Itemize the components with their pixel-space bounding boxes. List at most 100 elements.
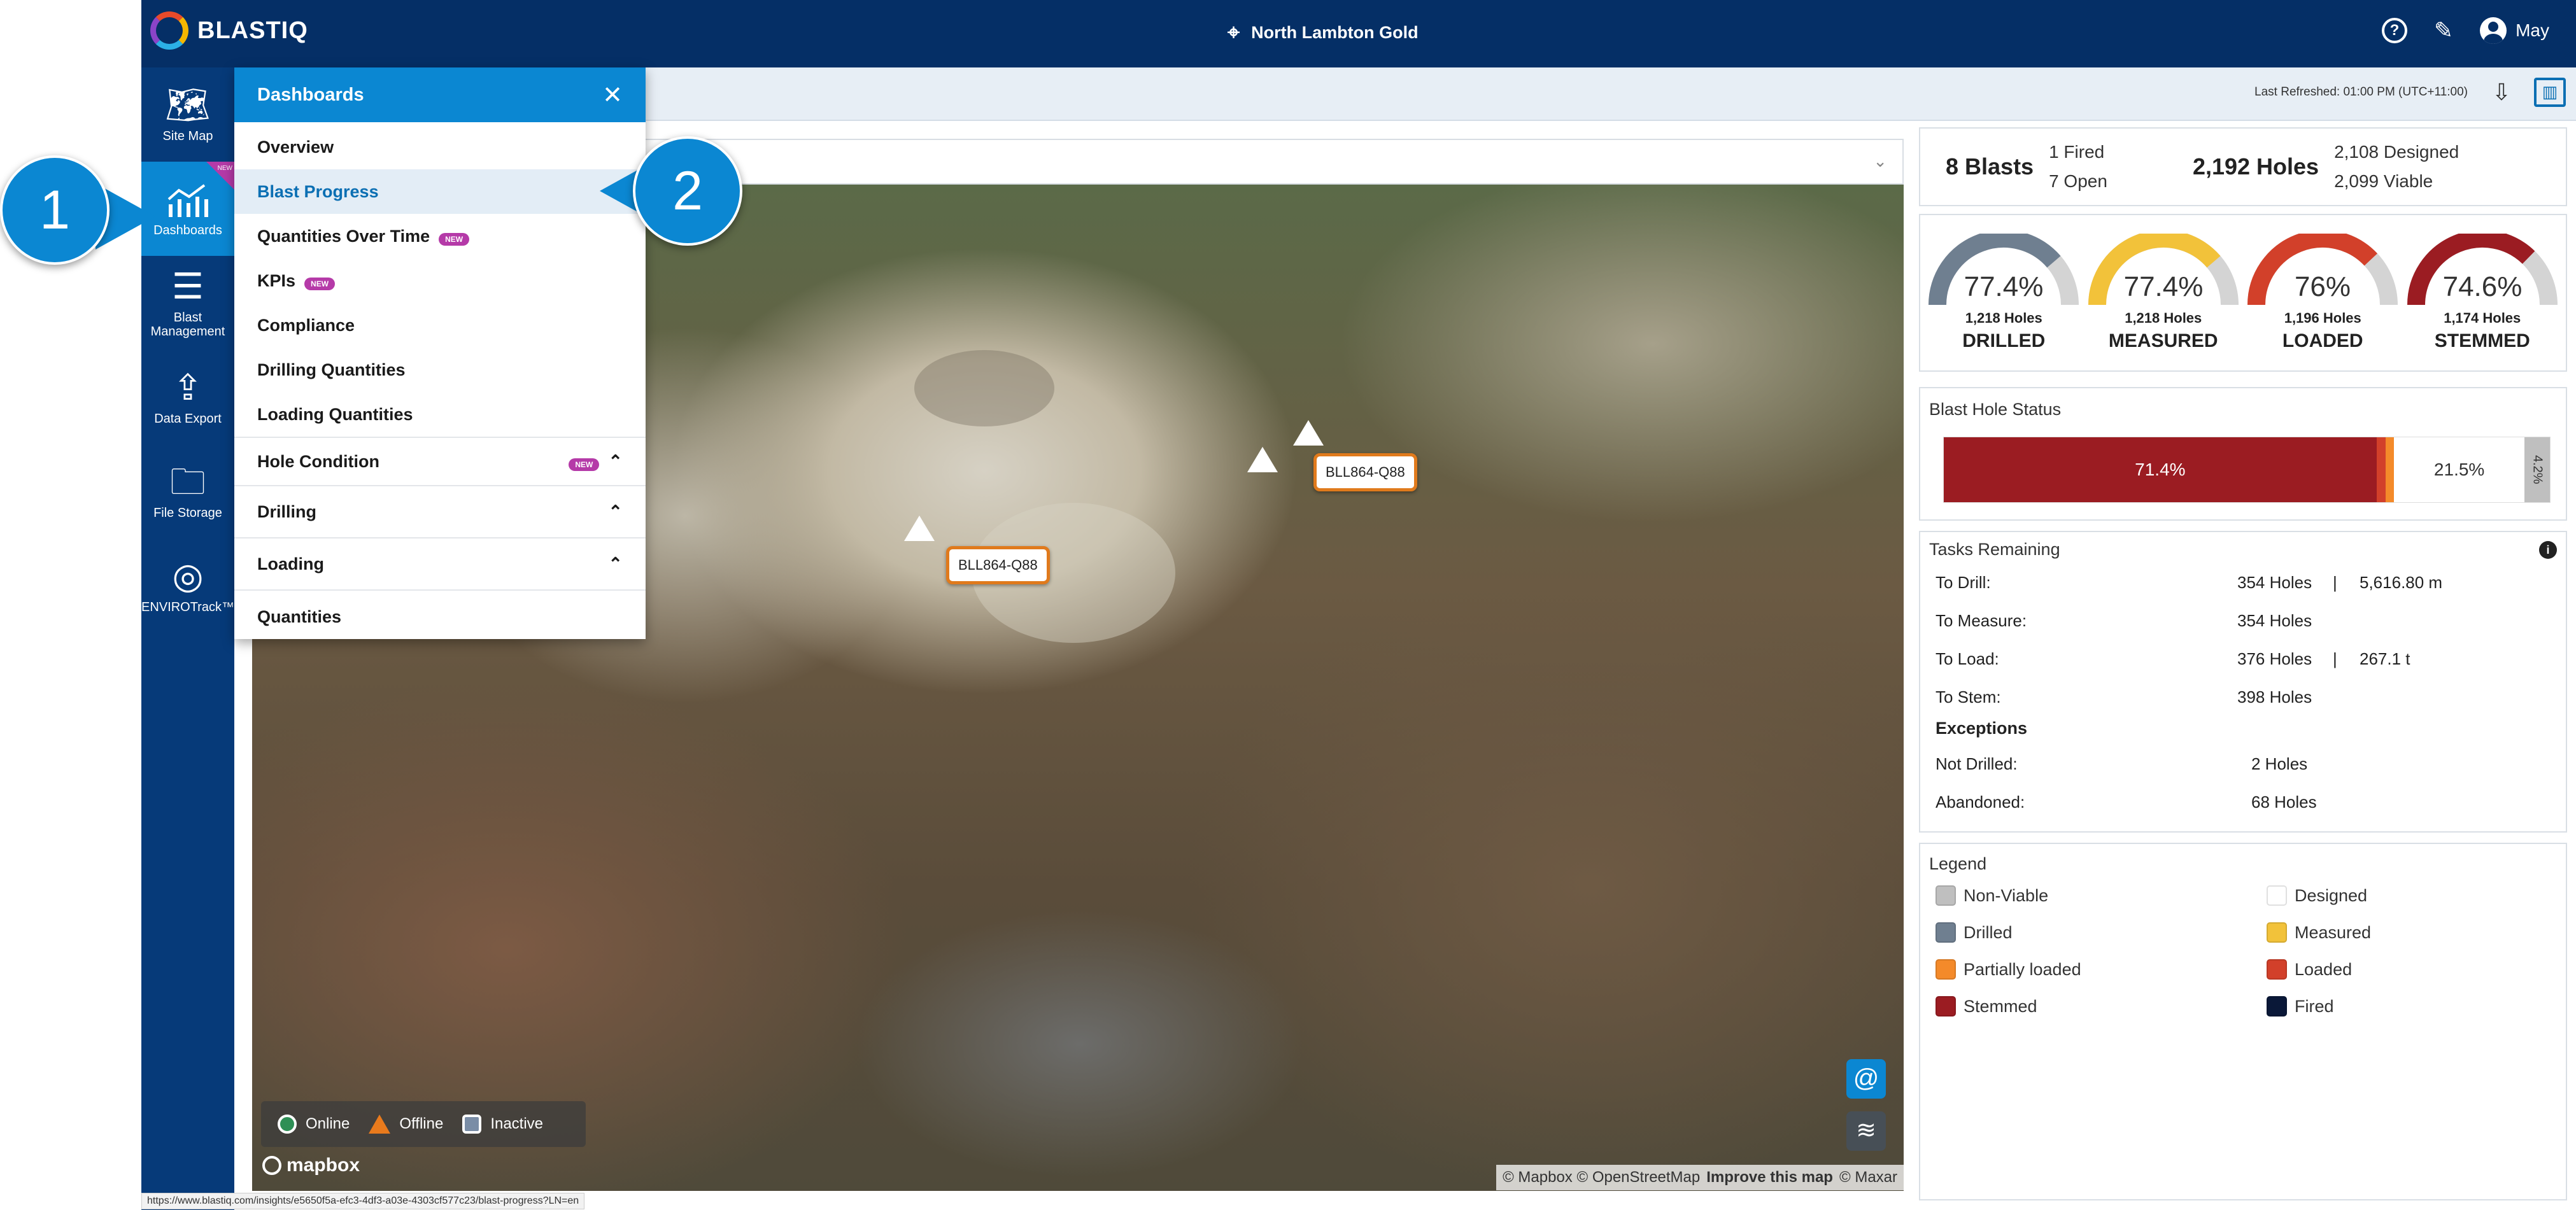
- legend-label: Partially loaded: [1964, 959, 2081, 979]
- new-badge: NEW: [439, 232, 470, 246]
- swatch: [2267, 922, 2287, 943]
- status-segment[interactable]: [2385, 437, 2395, 502]
- menu-item-blast-progress[interactable]: Blast Progress: [234, 169, 646, 214]
- rail-blast-management[interactable]: ☰ Blast Management: [141, 256, 234, 350]
- status-legend: Online Offline Inactive: [261, 1101, 586, 1147]
- task-row-stem: To Stem: 398 Holes: [1929, 678, 2557, 716]
- site-marker-label[interactable]: BLL864-Q88: [1313, 453, 1417, 491]
- menu-item-quantities[interactable]: Quantities: [234, 591, 646, 643]
- gauge-label: LOADED: [2282, 330, 2363, 351]
- task-extra: 5,616.80 m: [2360, 572, 2443, 592]
- status-segment[interactable]: 71.4%: [1944, 437, 2377, 502]
- close-icon[interactable]: ✕: [602, 81, 623, 109]
- blast-hole-status-title: Blast Hole Status: [1929, 400, 2062, 419]
- marker-offline-icon[interactable]: [904, 516, 935, 541]
- menu-group-hole-condition[interactable]: Hole Condition NEW ⌃: [234, 438, 646, 485]
- site-marker-label[interactable]: BLL864-Q88: [946, 546, 1050, 584]
- menu-item-loading-quantities[interactable]: Loading Quantities: [234, 392, 646, 437]
- summary-card: 8 Blasts 1 Fired 7 Open 2,192 Holes 2,10…: [1919, 127, 2567, 206]
- task-holes: 354 Holes: [2237, 610, 2312, 630]
- legend-inactive: Inactive: [462, 1115, 543, 1134]
- rail-data-export[interactable]: ⇪ Data Export: [141, 350, 234, 444]
- attribution-maxar[interactable]: © Maxar: [1839, 1169, 1897, 1186]
- rail-file-storage[interactable]: 🗀 File Storage: [141, 444, 234, 538]
- dashboards-menu-header: Dashboards ✕: [234, 67, 646, 122]
- attribution-text[interactable]: © Mapbox © OpenStreetMap: [1503, 1169, 1700, 1186]
- info-icon[interactable]: i: [2539, 540, 2557, 559]
- menu-item-label: Blast Progress: [257, 181, 379, 201]
- gauge-measured: 77.4% 1,218 Holes MEASURED: [2086, 234, 2241, 352]
- map-icon: 🗺: [165, 84, 211, 125]
- menu-item-label: Hole Condition: [257, 451, 379, 471]
- gauge-drilled: 77.4% 1,218 Holes DRILLED: [1926, 234, 2081, 352]
- gauge-holes: 1,196 Holes: [2284, 310, 2361, 326]
- gauge-loaded: 76% 1,196 Holes LOADED: [2245, 234, 2400, 352]
- menu-item-drilling-quantities[interactable]: Drilling Quantities: [234, 348, 646, 392]
- viable-count: 2,099 Viable: [2334, 171, 2433, 191]
- last-refreshed: Last Refreshed: 01:00 PM (UTC+11:00): [2254, 85, 2468, 99]
- rail-site-map[interactable]: 🗺 Site Map: [141, 67, 234, 162]
- blast-breakdown: 1 Fired 7 Open: [2049, 137, 2107, 196]
- swatch: [2267, 885, 2287, 906]
- tasks-title: Tasks Remaining: [1929, 540, 2060, 559]
- mapbox-icon: [262, 1156, 281, 1175]
- legend-label: Fired: [2295, 996, 2334, 1016]
- exception-holes: 2 Holes: [2251, 754, 2308, 773]
- menu-group-loading[interactable]: Loading ⌃: [234, 538, 646, 589]
- location-icon: ⌖: [1228, 20, 1240, 45]
- task-row-load: To Load: 376 Holes | 267.1 t: [1929, 640, 2557, 678]
- task-label: To Stem:: [1936, 687, 2001, 707]
- marker-offline-icon[interactable]: [1293, 420, 1324, 446]
- menu-item-overview[interactable]: Overview: [234, 125, 646, 169]
- legend-label: Designed: [2295, 885, 2368, 905]
- guide-book-icon[interactable]: ▥: [2534, 78, 2566, 107]
- improve-map-link[interactable]: Improve this map: [1706, 1169, 1833, 1186]
- map-attribution: © Mapbox © OpenStreetMap Improve this ma…: [1496, 1165, 1904, 1190]
- swatch: [1936, 922, 1956, 943]
- status-segment[interactable]: [2376, 437, 2386, 502]
- swatch: [2267, 996, 2287, 1017]
- exception-row-abandoned: Abandoned: 68 Holes: [1929, 783, 2557, 821]
- menu-item-kpis[interactable]: KPIs NEW: [234, 258, 646, 303]
- menu-group-drilling[interactable]: Drilling ⌃: [234, 486, 646, 537]
- pit-shadow: [914, 350, 1054, 426]
- chevron-down-icon: ⌄: [1873, 151, 1887, 171]
- status-segment[interactable]: 4.2%: [2524, 437, 2550, 502]
- task-label: To Measure:: [1936, 610, 2027, 630]
- rail-label: Data Export: [154, 411, 222, 426]
- user-menu[interactable]: May: [2480, 17, 2549, 44]
- menu-item-label: KPIs: [257, 271, 296, 290]
- gauge-label: MEASURED: [2108, 330, 2218, 351]
- menu-item-label: Loading: [257, 554, 324, 573]
- legend-offline: Offline: [369, 1115, 443, 1134]
- mapbox-logo[interactable]: mapbox: [262, 1155, 360, 1176]
- gauge-stemmed: 74.6% 1,174 Holes STEMMED: [2405, 234, 2560, 352]
- layers-button[interactable]: ≋: [1846, 1111, 1886, 1151]
- svg-text:77.4%: 77.4%: [2123, 271, 2203, 302]
- download-icon[interactable]: ⇩: [2486, 79, 2517, 108]
- task-row-drill: To Drill: 354 Holes | 5,616.80 m: [1929, 563, 2557, 601]
- locate-button[interactable]: @: [1846, 1059, 1886, 1099]
- menu-item-label: Quantities Over Time: [257, 226, 430, 246]
- help-icon[interactable]: ?: [2381, 18, 2407, 43]
- separator: |: [2333, 572, 2337, 592]
- rail-envirotrack[interactable]: ◎ ENVIROTrack™: [141, 538, 234, 633]
- fired-count: 1 Fired: [2049, 142, 2105, 162]
- status-segment[interactable]: 21.5%: [2394, 437, 2524, 502]
- feedback-icon[interactable]: ✎: [2434, 17, 2453, 44]
- legend-fired: Fired: [2267, 996, 2559, 1017]
- chevron-up-icon: ⌃: [608, 502, 623, 521]
- status-bar[interactable]: 71.4% 21.5% 4.2%: [1943, 437, 2551, 503]
- gauge-holes: 1,174 Holes: [2444, 310, 2521, 326]
- site-selector[interactable]: ⌖ North Lambton Gold: [1228, 17, 1419, 48]
- task-row-measure: To Measure: 354 Holes: [1929, 601, 2557, 640]
- swatch: [1936, 959, 1956, 980]
- legend-loaded: Loaded: [2267, 959, 2559, 980]
- menu-item-quantities-over-time[interactable]: Quantities Over Time NEW: [234, 214, 646, 258]
- legend-online: Online: [278, 1115, 350, 1134]
- app-logo[interactable]: BLASTIQ: [150, 10, 308, 51]
- menu-item-compliance[interactable]: Compliance: [234, 303, 646, 348]
- gauge-label: STEMMED: [2434, 330, 2530, 351]
- marker-offline-icon[interactable]: [1247, 447, 1278, 472]
- new-badge: NEW: [304, 277, 336, 290]
